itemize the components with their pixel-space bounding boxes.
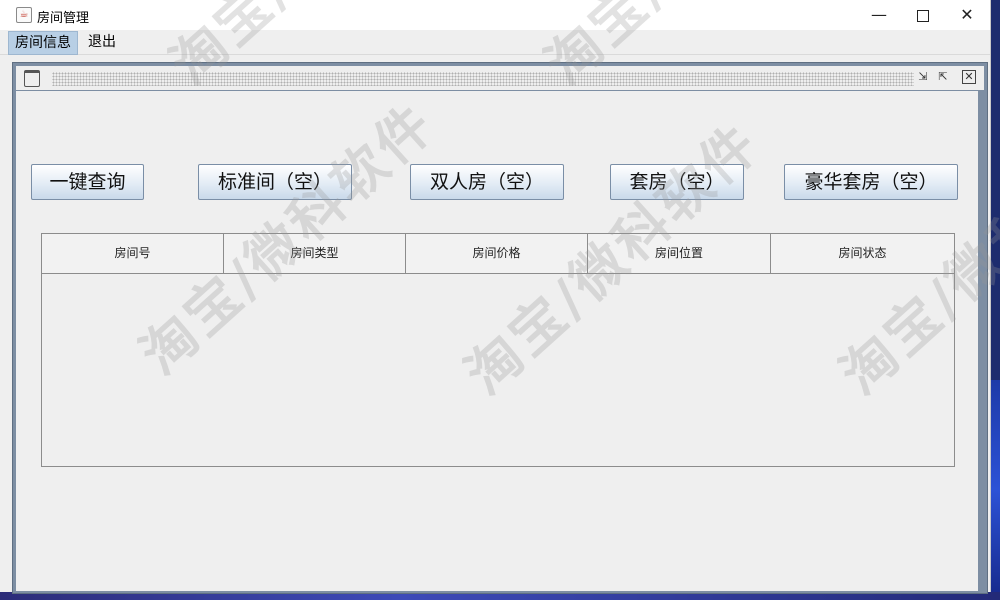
close-frame-icon[interactable]: ✕ <box>962 70 976 84</box>
double-room-button[interactable]: 双人房（空） <box>410 164 564 200</box>
window-title: 房间管理 <box>37 11 90 26</box>
minimize-button[interactable]: — <box>856 0 902 30</box>
deluxe-suite-button[interactable]: 豪华套房（空） <box>784 164 958 200</box>
column-header-room-price[interactable]: 房间价格 <box>406 234 588 273</box>
menu-bar: 房间信息 退出 <box>0 30 990 55</box>
standard-room-button[interactable]: 标准间（空） <box>198 164 352 200</box>
close-icon: ✕ <box>960 5 974 24</box>
column-header-room-status[interactable]: 房间状态 <box>771 234 954 273</box>
frame-window-icon <box>24 70 40 87</box>
minimize-icon: — <box>871 5 887 24</box>
room-table[interactable]: 房间号 房间类型 房间价格 房间位置 房间状态 <box>41 233 955 467</box>
query-all-button[interactable]: 一键查询 <box>31 164 144 200</box>
maximize-button[interactable] <box>900 0 946 30</box>
maximize-icon <box>917 9 929 22</box>
menu-room-info[interactable]: 房间信息 <box>8 31 78 55</box>
iconify-icon[interactable]: ⇲ <box>916 70 930 84</box>
column-header-room-location[interactable]: 房间位置 <box>588 234 771 273</box>
table-header: 房间号 房间类型 房间价格 房间位置 房间状态 <box>42 234 954 274</box>
internal-frame-content: 一键查询 标准间（空） 双人房（空） 套房（空） 豪华套房（空） 房间号 房间类… <box>16 91 978 591</box>
internal-frame: ⇲ ⇱ ✕ 一键查询 标准间（空） 双人房（空） 套房（空） 豪华套房（空） 房… <box>12 62 988 594</box>
java-app-icon: ☕ <box>16 7 32 23</box>
title-grip <box>52 72 914 86</box>
column-header-room-number[interactable]: 房间号 <box>42 234 224 273</box>
maximize-frame-icon[interactable]: ⇱ <box>936 70 950 84</box>
column-header-room-type[interactable]: 房间类型 <box>224 234 406 273</box>
close-button[interactable]: ✕ <box>944 0 990 30</box>
title-bar: ☕ 房间管理 — ✕ <box>0 0 990 30</box>
menu-exit[interactable]: 退出 <box>82 31 122 53</box>
internal-frame-title-bar[interactable]: ⇲ ⇱ ✕ <box>16 66 984 90</box>
main-window: ☕ 房间管理 — ✕ 房间信息 退出 ⇲ ⇱ ✕ 一键查询 标准间（空） 双人房… <box>0 0 1000 594</box>
suite-button[interactable]: 套房（空） <box>610 164 744 200</box>
